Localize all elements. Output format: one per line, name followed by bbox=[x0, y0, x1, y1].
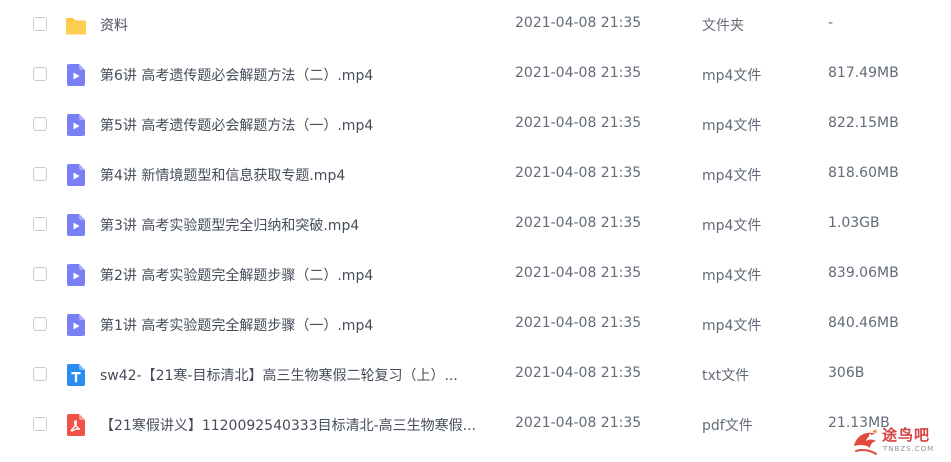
file-row[interactable]: 第5讲 高考遗传题必会解题方法（一）.mp4 2021-04-08 21:35 … bbox=[0, 100, 951, 150]
file-row[interactable]: 【21寒假讲义】1120092540333目标清北-高三生物寒假... 2021… bbox=[0, 400, 951, 450]
file-name[interactable]: sw42-【21寒-目标清北】高三生物寒假二轮复习（上）... bbox=[100, 365, 458, 385]
file-date: 2021-04-08 21:35 bbox=[515, 115, 642, 131]
file-row[interactable]: 资料 2021-04-08 21:35 文件夹 - bbox=[0, 0, 951, 50]
file-row[interactable]: 第4讲 新情境题型和信息获取专题.mp4 2021-04-08 21:35 mp… bbox=[0, 150, 951, 200]
row-checkbox[interactable] bbox=[33, 167, 47, 181]
video-file-icon bbox=[67, 64, 85, 86]
file-type: mp4文件 bbox=[702, 318, 762, 334]
file-row[interactable]: sw42-【21寒-目标清北】高三生物寒假二轮复习（上）... 2021-04-… bbox=[0, 350, 951, 400]
row-checkbox[interactable] bbox=[33, 417, 47, 431]
file-date: 2021-04-08 21:35 bbox=[515, 65, 642, 81]
row-checkbox[interactable] bbox=[33, 267, 47, 281]
file-size: 839.06MB bbox=[828, 265, 899, 281]
file-date: 2021-04-08 21:35 bbox=[515, 365, 642, 381]
file-size: 840.46MB bbox=[828, 315, 899, 331]
file-type: mp4文件 bbox=[702, 168, 762, 184]
text-file-icon bbox=[67, 364, 85, 386]
folder-icon bbox=[66, 18, 86, 35]
row-checkbox[interactable] bbox=[33, 317, 47, 331]
file-name[interactable]: 第2讲 高考实验题完全解题步骤（二）.mp4 bbox=[100, 265, 373, 285]
file-name[interactable]: 第4讲 新情境题型和信息获取专题.mp4 bbox=[100, 165, 345, 185]
file-size: 817.49MB bbox=[828, 65, 899, 81]
file-row[interactable]: 第1讲 高考实验题完全解题步骤（一）.mp4 2021-04-08 21:35 … bbox=[0, 300, 951, 350]
file-date: 2021-04-08 21:35 bbox=[515, 165, 642, 181]
file-row[interactable]: 第3讲 高考实验题型完全归纳和突破.mp4 2021-04-08 21:35 m… bbox=[0, 200, 951, 250]
file-type: mp4文件 bbox=[702, 218, 762, 234]
file-type: txt文件 bbox=[702, 368, 750, 384]
row-checkbox[interactable] bbox=[33, 67, 47, 81]
file-date: 2021-04-08 21:35 bbox=[515, 415, 642, 431]
file-type: mp4文件 bbox=[702, 68, 762, 84]
file-list: 资料 2021-04-08 21:35 文件夹 - 第6讲 高考遗传题必会解题方… bbox=[0, 0, 951, 462]
watermark: 途鸟吧 TNBZS.COM bbox=[850, 423, 948, 459]
file-size: 1.03GB bbox=[828, 215, 880, 231]
file-name[interactable]: 第6讲 高考遗传题必会解题方法（二）.mp4 bbox=[100, 65, 373, 85]
row-checkbox[interactable] bbox=[33, 117, 47, 131]
video-file-icon bbox=[67, 164, 85, 186]
file-row[interactable]: 第6讲 高考遗传题必会解题方法（二）.mp4 2021-04-08 21:35 … bbox=[0, 50, 951, 100]
file-size: 822.15MB bbox=[828, 115, 899, 131]
file-type: mp4文件 bbox=[702, 268, 762, 284]
row-checkbox[interactable] bbox=[33, 17, 47, 31]
file-name[interactable]: 第3讲 高考实验题型完全归纳和突破.mp4 bbox=[100, 215, 359, 235]
file-row[interactable]: 第2讲 高考实验题完全解题步骤（二）.mp4 2021-04-08 21:35 … bbox=[0, 250, 951, 300]
file-type: pdf文件 bbox=[702, 418, 753, 434]
bird-logo-icon bbox=[854, 429, 877, 455]
video-file-icon bbox=[67, 214, 85, 236]
video-file-icon bbox=[67, 114, 85, 136]
file-date: 2021-04-08 21:35 bbox=[515, 215, 642, 231]
file-type: 文件夹 bbox=[702, 18, 744, 34]
row-checkbox[interactable] bbox=[33, 217, 47, 231]
file-type: mp4文件 bbox=[702, 118, 762, 134]
file-size: 306B bbox=[828, 365, 865, 381]
row-checkbox[interactable] bbox=[33, 367, 47, 381]
pdf-file-icon bbox=[67, 414, 85, 436]
file-date: 2021-04-08 21:35 bbox=[515, 265, 642, 281]
file-name[interactable]: 【21寒假讲义】1120092540333目标清北-高三生物寒假... bbox=[100, 415, 476, 435]
file-date: 2021-04-08 21:35 bbox=[515, 315, 642, 331]
video-file-icon bbox=[67, 264, 85, 286]
watermark-url: TNBZS.COM bbox=[883, 445, 935, 453]
file-date: 2021-04-08 21:35 bbox=[515, 15, 642, 31]
video-file-icon bbox=[67, 314, 85, 336]
file-size: - bbox=[828, 15, 834, 31]
file-name[interactable]: 第1讲 高考实验题完全解题步骤（一）.mp4 bbox=[100, 315, 373, 335]
file-name[interactable]: 资料 bbox=[100, 15, 128, 35]
file-name[interactable]: 第5讲 高考遗传题必会解题方法（一）.mp4 bbox=[100, 115, 373, 135]
watermark-text: 途鸟吧 bbox=[882, 426, 931, 444]
file-size: 818.60MB bbox=[828, 165, 899, 181]
